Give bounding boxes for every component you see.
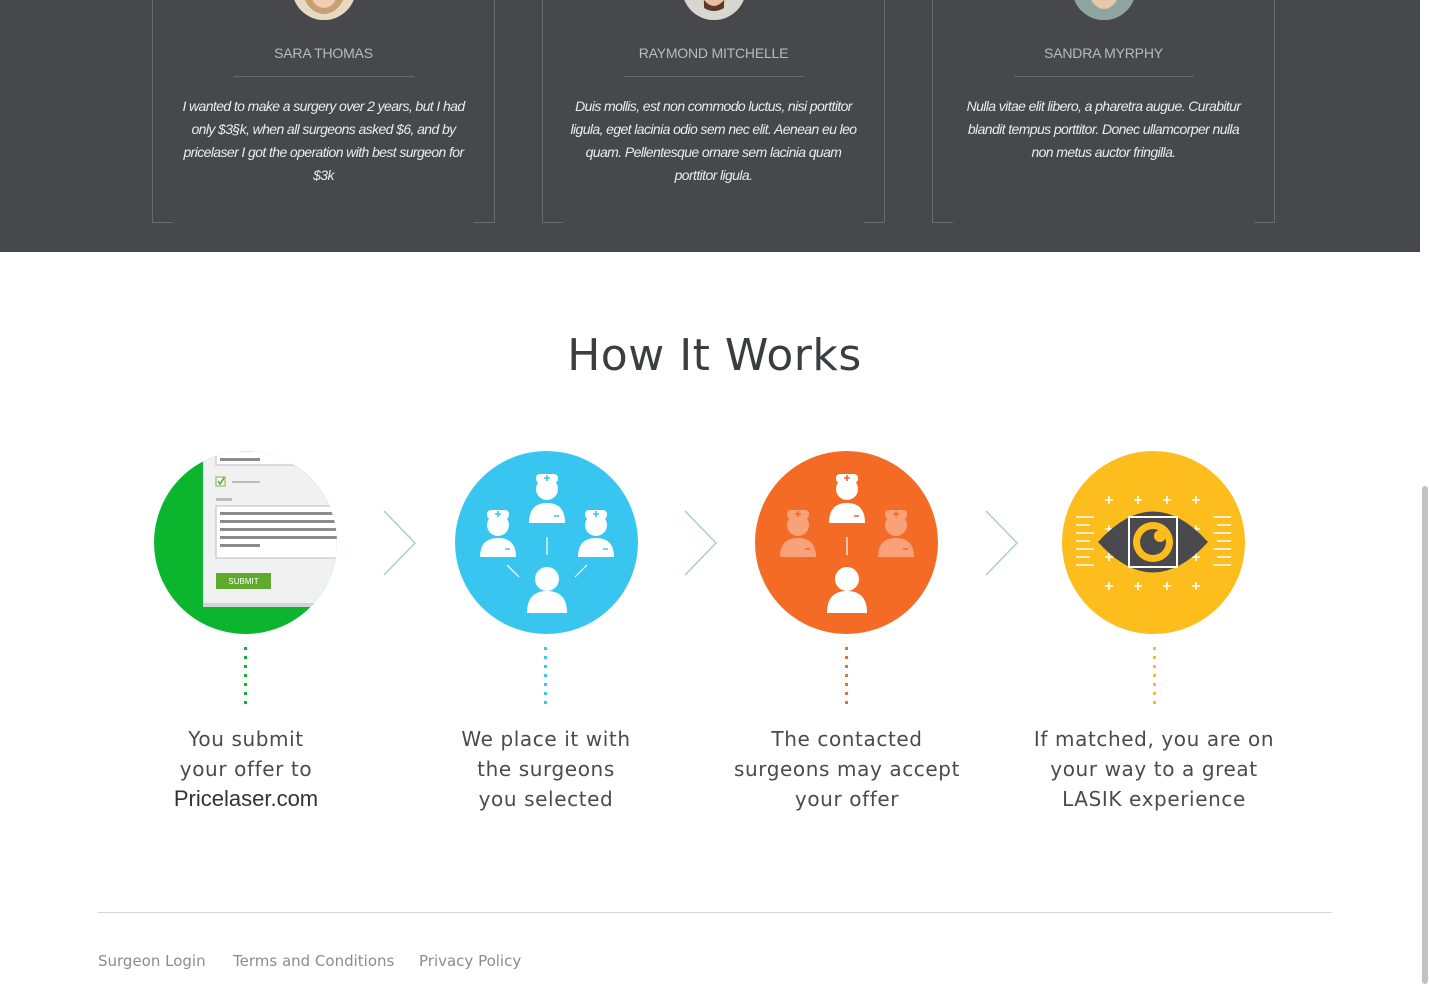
step-text-line: If matched, you are on: [1033, 727, 1275, 751]
testimonial-name: SANDRA MYRPHY: [1044, 45, 1163, 61]
divider: [623, 76, 804, 77]
scrollbar[interactable]: [1420, 0, 1429, 992]
divider: [1013, 76, 1194, 77]
card-corner: [474, 222, 494, 223]
step-text-line: the surgeons: [477, 757, 615, 781]
submit-label: SUBMIT: [228, 577, 258, 586]
step-2-illustration: [455, 451, 638, 634]
chevron-right-icon: [684, 510, 718, 576]
step-4-illustration: [1062, 451, 1245, 634]
testimonial-name: SARA THOMAS: [274, 45, 373, 61]
step-text-line: LASIK experience: [1062, 787, 1246, 811]
testimonials-section: SARA THOMAS I wanted to make a surgery o…: [0, 0, 1429, 252]
testimonial-card: RAYMOND MITCHELLE Duis mollis, est non c…: [542, 0, 885, 223]
dotted-connector: [845, 647, 849, 709]
footer-link-privacy[interactable]: Privacy Policy: [419, 952, 521, 970]
testimonial-card: SARA THOMAS I wanted to make a surgery o…: [152, 0, 495, 223]
step-text-line: your way to a great: [1050, 757, 1258, 781]
step-3-description: The contacted surgeons may accept your o…: [717, 724, 977, 814]
testimonial-name: RAYMOND MITCHELLE: [638, 45, 789, 61]
card-corner: [864, 222, 884, 223]
dotted-connector: [244, 647, 248, 709]
step-text-line: surgeons may accept: [733, 757, 961, 781]
footer-link-terms[interactable]: Terms and Conditions: [233, 952, 394, 970]
avatar: [681, 0, 746, 20]
step-1-illustration: SUBMIT: [154, 451, 337, 634]
chevron-right-icon: [383, 510, 417, 576]
card-corner: [1254, 222, 1274, 223]
testimonial-quote: Nulla vitae elit libero, a pharetra augu…: [966, 98, 1241, 160]
dotted-connector: [544, 647, 548, 709]
step-text-line: You submit: [188, 727, 304, 751]
surgeons-network-icon: [480, 474, 614, 613]
scrollbar-thumb[interactable]: [1422, 486, 1428, 984]
surgeon-accept-icon: [780, 474, 914, 613]
step-text-line: your offer to: [179, 757, 313, 781]
dotted-connector: [1153, 647, 1157, 709]
step-1-description: You submit your offer to Pricelaser.com: [116, 724, 376, 814]
step-3-illustration: [755, 451, 938, 634]
brand-name: Pricelaser.com: [173, 786, 319, 811]
step-text-line: The contacted: [771, 727, 923, 751]
avatar: [1071, 0, 1136, 20]
step-text-line: you selected: [478, 787, 614, 811]
eye-icon: [1076, 496, 1231, 590]
avatar: [291, 0, 356, 20]
chevron-right-icon: [985, 510, 1019, 576]
testimonial-card: SANDRA MYRPHY Nulla vitae elit libero, a…: [932, 0, 1275, 223]
step-2-description: We place it with the surgeons you select…: [416, 724, 676, 814]
card-corner: [153, 222, 173, 223]
testimonial-quote: I wanted to make a surgery over 2 years,…: [182, 98, 465, 183]
form-icon: SUBMIT: [203, 451, 337, 607]
footer-divider: [98, 912, 1332, 913]
divider: [233, 76, 414, 77]
step-4-description: If matched, you are on your way to a gre…: [1009, 724, 1299, 814]
testimonial-quote: Duis mollis, est non commodo luctus, nis…: [570, 98, 857, 183]
footer-link-surgeon-login[interactable]: Surgeon Login: [98, 952, 206, 970]
card-corner: [933, 222, 953, 223]
step-text-line: We place it with: [461, 727, 631, 751]
card-corner: [543, 222, 563, 223]
step-text-line: your offer: [794, 787, 900, 811]
section-title: How It Works: [567, 330, 862, 381]
